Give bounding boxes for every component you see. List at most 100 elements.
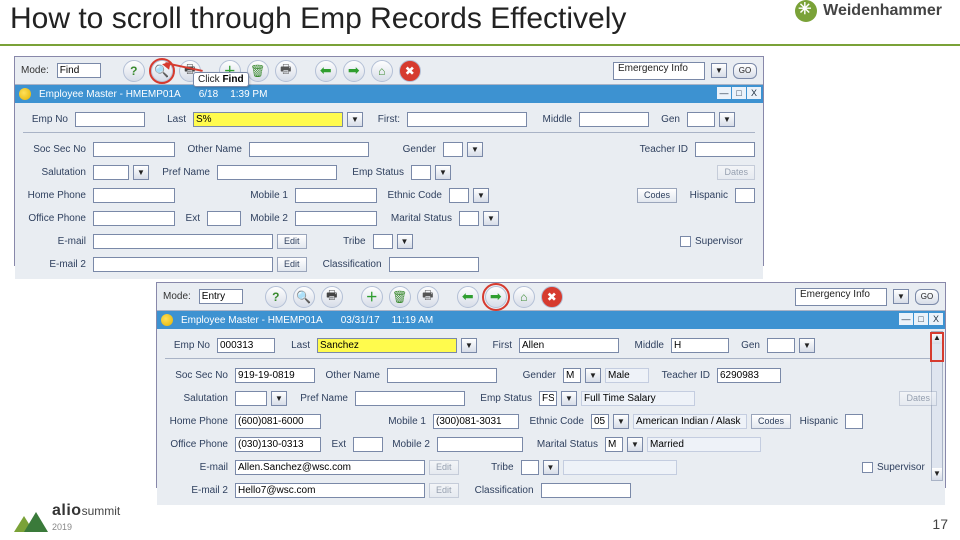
- last-name-dropdown[interactable]: ▼: [347, 112, 363, 127]
- nav-dropdown[interactable]: Emergency Info: [613, 62, 705, 80]
- email-field[interactable]: [235, 460, 425, 475]
- middle-name-field[interactable]: [579, 112, 649, 127]
- other-name-field[interactable]: [387, 368, 497, 383]
- copy-button[interactable]: 🖶: [417, 286, 439, 308]
- emp-no-field[interactable]: [217, 338, 275, 353]
- mode-field[interactable]: [199, 289, 243, 304]
- home-phone-field[interactable]: [235, 414, 321, 429]
- cancel-button[interactable]: ✖: [399, 60, 421, 82]
- email2-field[interactable]: [93, 257, 273, 272]
- email-edit-button[interactable]: Edit: [277, 234, 307, 249]
- copy-button[interactable]: 🖶: [275, 60, 297, 82]
- soc-field[interactable]: [93, 142, 175, 157]
- ext-field[interactable]: [207, 211, 241, 226]
- email-field[interactable]: [93, 234, 273, 249]
- maximize-button[interactable]: □: [732, 87, 746, 99]
- home-phone-field[interactable]: [93, 188, 175, 203]
- supervisor-checkbox[interactable]: [862, 462, 873, 473]
- gen-dropdown[interactable]: ▼: [799, 338, 815, 353]
- email-edit-button[interactable]: Edit: [429, 460, 459, 475]
- next-button[interactable]: ➡: [485, 286, 507, 308]
- last-name-dropdown[interactable]: ▼: [461, 338, 477, 353]
- mobile1-field[interactable]: [295, 188, 377, 203]
- nav-dropdown-caret[interactable]: ▼: [711, 63, 727, 78]
- mobile2-field[interactable]: [437, 437, 523, 452]
- email2-field[interactable]: [235, 483, 425, 498]
- classification-field[interactable]: [389, 257, 479, 272]
- gender-dropdown[interactable]: ▼: [585, 368, 601, 383]
- ext-field[interactable]: [353, 437, 383, 452]
- nav-dropdown[interactable]: Emergency Info: [795, 288, 887, 306]
- delete-button[interactable]: 🗑: [247, 60, 269, 82]
- close-window-button[interactable]: X: [747, 87, 761, 99]
- cancel-button[interactable]: ✖: [541, 286, 563, 308]
- other-name-field[interactable]: [249, 142, 369, 157]
- maximize-button[interactable]: □: [914, 313, 928, 325]
- ethnic-dropdown[interactable]: ▼: [613, 414, 629, 429]
- first-name-field[interactable]: [519, 338, 619, 353]
- salutation-field[interactable]: [235, 391, 267, 406]
- go-button[interactable]: GO: [915, 289, 939, 305]
- middle-name-field[interactable]: [671, 338, 729, 353]
- gen-field[interactable]: [687, 112, 715, 127]
- office-phone-field[interactable]: [235, 437, 321, 452]
- empstat-field[interactable]: [539, 391, 557, 406]
- scroll-down-icon[interactable]: ▼: [932, 468, 942, 480]
- salutation-field[interactable]: [93, 165, 129, 180]
- codes-button[interactable]: Codes: [751, 414, 791, 429]
- codes-button[interactable]: Codes: [637, 188, 677, 203]
- email2-edit-button[interactable]: Edit: [429, 483, 459, 498]
- prev-button[interactable]: ⬅: [315, 60, 337, 82]
- nav-dropdown-caret[interactable]: ▼: [893, 289, 909, 304]
- mobile2-field[interactable]: [295, 211, 377, 226]
- ethnic-dropdown[interactable]: ▼: [473, 188, 489, 203]
- go-button[interactable]: GO: [733, 63, 757, 79]
- first-name-field[interactable]: [407, 112, 527, 127]
- home-button[interactable]: ⌂: [513, 286, 535, 308]
- classification-field[interactable]: [541, 483, 631, 498]
- salutation-dropdown[interactable]: ▼: [271, 391, 287, 406]
- delete-button[interactable]: 🗑: [389, 286, 411, 308]
- pref-name-field[interactable]: [355, 391, 465, 406]
- ethnic-field[interactable]: [449, 188, 469, 203]
- mode-field[interactable]: [57, 63, 101, 78]
- teacher-id-field[interactable]: [717, 368, 781, 383]
- ethnic-field[interactable]: [591, 414, 609, 429]
- minimize-button[interactable]: —: [717, 87, 731, 99]
- help-button[interactable]: ?: [123, 60, 145, 82]
- marital-field[interactable]: [459, 211, 479, 226]
- gender-field[interactable]: [443, 142, 463, 157]
- supervisor-checkbox[interactable]: [680, 236, 691, 247]
- tribe-field[interactable]: [521, 460, 539, 475]
- office-phone-field[interactable]: [93, 211, 175, 226]
- empstat-dropdown[interactable]: ▼: [435, 165, 451, 180]
- tribe-field[interactable]: [373, 234, 393, 249]
- gender-field[interactable]: [563, 368, 581, 383]
- email2-edit-button[interactable]: Edit: [277, 257, 307, 272]
- salutation-dropdown[interactable]: ▼: [133, 165, 149, 180]
- add-button[interactable]: ＋: [361, 286, 383, 308]
- tribe-dropdown[interactable]: ▼: [543, 460, 559, 475]
- emp-no-field[interactable]: [75, 112, 145, 127]
- help-button[interactable]: ?: [265, 286, 287, 308]
- close-window-button[interactable]: X: [929, 313, 943, 325]
- minimize-button[interactable]: —: [899, 313, 913, 325]
- home-button[interactable]: ⌂: [371, 60, 393, 82]
- find-button[interactable]: 🔍: [293, 286, 315, 308]
- vertical-scrollbar[interactable]: ▲ ▼: [931, 331, 943, 481]
- hispanic-field[interactable]: [735, 188, 755, 203]
- empstat-dropdown[interactable]: ▼: [561, 391, 577, 406]
- dates-button[interactable]: Dates: [899, 391, 937, 406]
- gen-field[interactable]: [767, 338, 795, 353]
- soc-field[interactable]: [235, 368, 315, 383]
- marital-dropdown[interactable]: ▼: [483, 211, 499, 226]
- gen-dropdown[interactable]: ▼: [719, 112, 735, 127]
- last-name-field[interactable]: [193, 112, 343, 127]
- pref-name-field[interactable]: [217, 165, 337, 180]
- next-button[interactable]: ➡: [343, 60, 365, 82]
- prev-button[interactable]: ⬅: [457, 286, 479, 308]
- print-button[interactable]: 🖶: [321, 286, 343, 308]
- marital-dropdown[interactable]: ▼: [627, 437, 643, 452]
- empstat-field[interactable]: [411, 165, 431, 180]
- gender-dropdown[interactable]: ▼: [467, 142, 483, 157]
